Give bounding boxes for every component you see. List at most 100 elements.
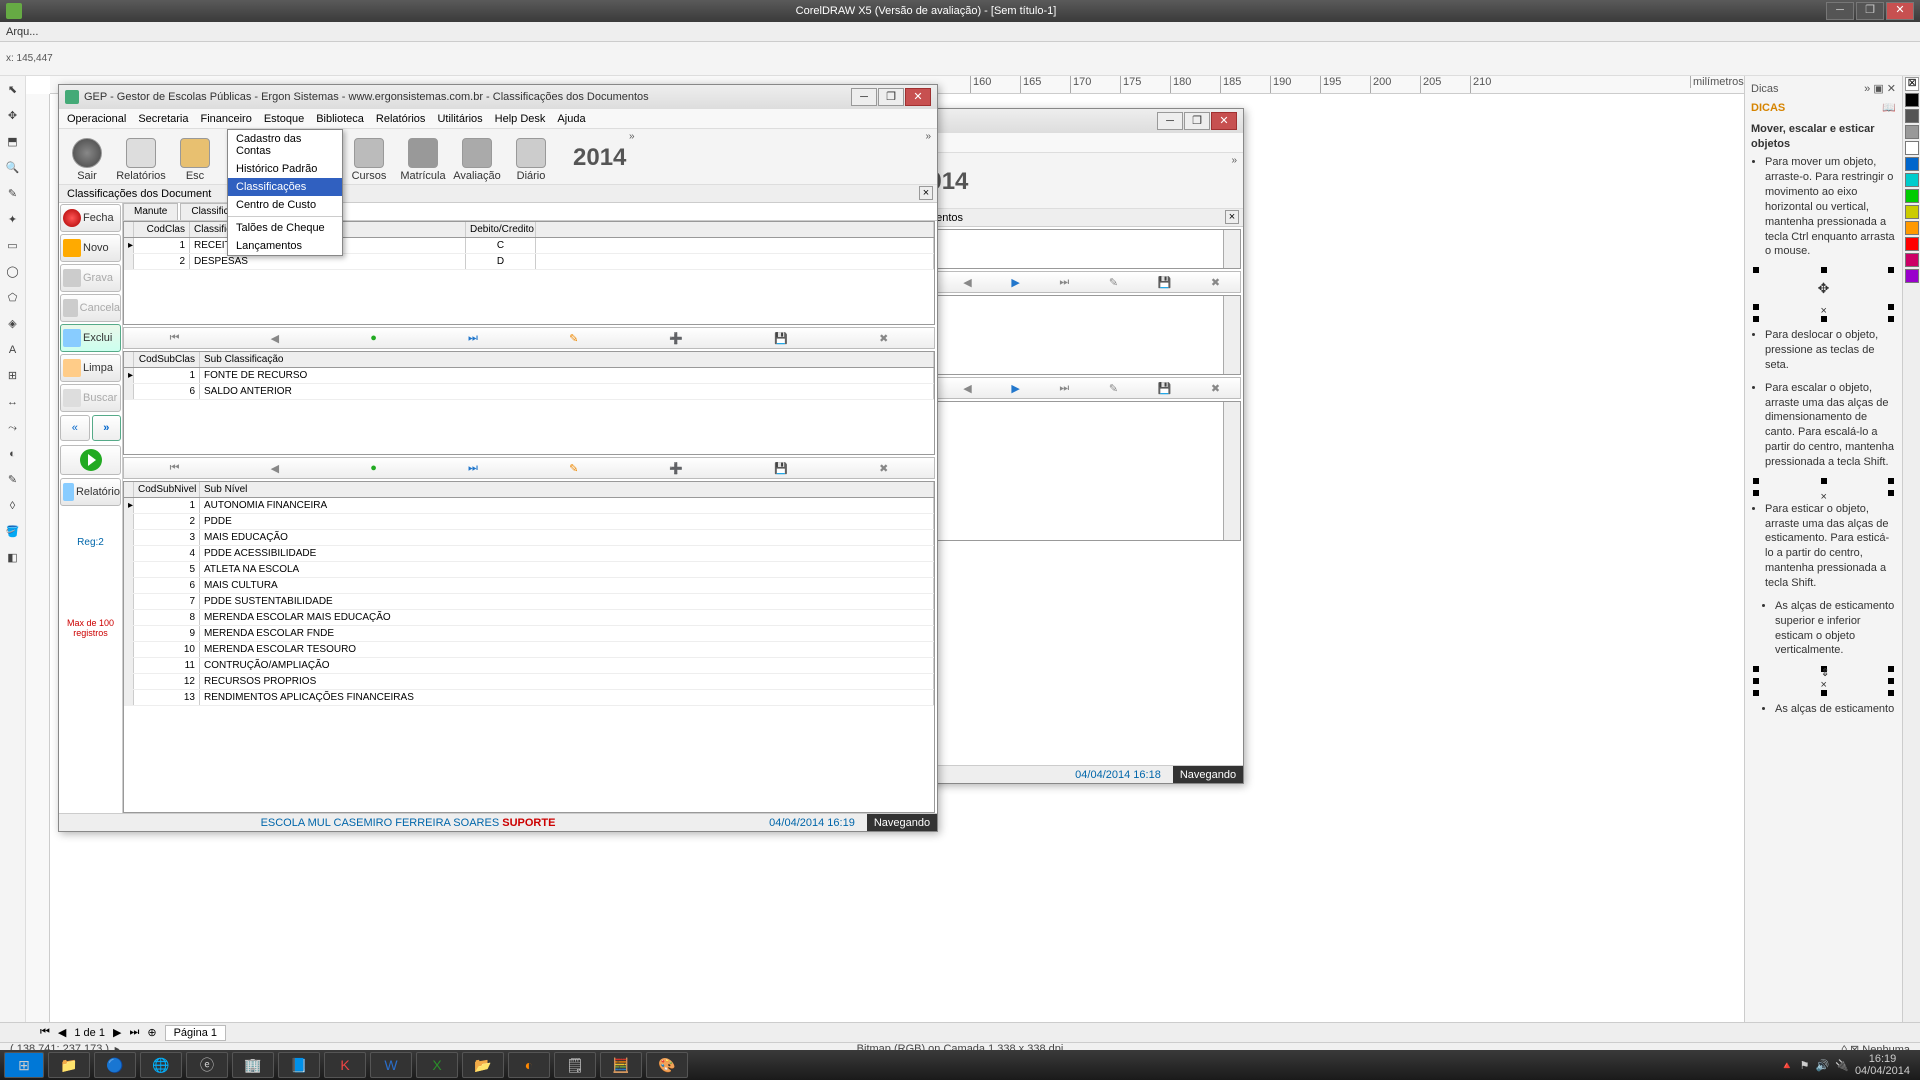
menu-financeiro[interactable]: Financeiro [200,113,251,125]
tb-teamviewer-icon[interactable]: 🔵 [94,1052,136,1078]
smart-tool-icon[interactable]: ✦ [3,210,23,230]
next-page-icon[interactable]: ▶ [113,1026,121,1039]
prev-page-icon[interactable]: ◀ [58,1026,66,1039]
add-page-icon[interactable]: ⊕ [147,1026,156,1039]
grid-subclass[interactable]: CodSubClas Sub Classificação ▸1FONTE DE … [123,351,935,455]
gep-max-button[interactable]: ❐ [878,88,904,106]
tb-cursos[interactable]: Cursos [347,132,391,182]
tb-diario[interactable]: Diário [509,132,553,182]
table-row[interactable]: 7PDDE SUSTENTABILIDADE [124,594,934,610]
tray-icon[interactable]: ⚑ [1800,1059,1810,1072]
zoom-tool-icon[interactable]: 🔍 [3,158,23,178]
tab-manute[interactable]: Manute [123,203,178,220]
tb-app-icon[interactable]: 🏢 [232,1052,274,1078]
eyedropper-tool-icon[interactable]: ✎ [3,470,23,490]
grid1-nav[interactable]: ⏮◀●⏭✎➕💾✖ [123,327,935,349]
gep-window-front[interactable]: GEP - Gestor de Escolas Públicas - Ergon… [58,84,938,832]
btn-grava[interactable]: Grava [60,264,121,292]
maximize-button[interactable]: ❐ [1856,2,1884,20]
interactive-fill-icon[interactable]: ◧ [3,548,23,568]
menu-helpdesk[interactable]: Help Desk [495,113,546,125]
gep-titlebar[interactable]: GEP - Gestor de Escolas Públicas - Ergon… [59,85,937,109]
shape-tool-icon[interactable]: ✥ [3,106,23,126]
gep-close-button[interactable]: ✕ [905,88,931,106]
gep-back-close-button[interactable]: ✕ [1211,112,1237,130]
tray-icon[interactable]: 🔺 [1780,1059,1794,1072]
btn-exclui[interactable]: Exclui [60,324,121,352]
page-navigator[interactable]: ⏮ ◀ 1 de 1 ▶ ⏭ ⊕ Página 1 [0,1023,1920,1043]
close-button[interactable]: ✕ [1886,2,1914,20]
btn-buscar[interactable]: Buscar [60,384,121,412]
tb-avaliacao[interactable]: Avaliação [455,132,499,182]
table-row[interactable]: ▸1FONTE DE RECURSO [124,368,934,384]
btn-cancela[interactable]: Cancela [60,294,121,322]
tb-chrome-icon[interactable]: 🌐 [140,1052,182,1078]
table-tool-icon[interactable]: ⊞ [3,366,23,386]
text-tool-icon[interactable]: A [3,340,23,360]
gep-min-button[interactable]: ─ [851,88,877,106]
connector-tool-icon[interactable]: ⤳ [3,418,23,438]
tb-corel-icon[interactable]: 🎨 [646,1052,688,1078]
left-toolbox[interactable]: ⬉ ✥ ⬒ 🔍 ✎ ✦ ▭ ◯ ⬠ ◈ A ⊞ ↔ ⤳ ◐ ✎ ◊ 🪣 ◧ [0,76,26,1022]
tb-esc[interactable]: Esc [173,132,217,182]
polygon-tool-icon[interactable]: ⬠ [3,288,23,308]
fin-item-historico[interactable]: Histórico Padrão [228,160,342,178]
fin-item-lancamentos[interactable]: Lançamentos [228,237,342,255]
menu-ajuda[interactable]: Ajuda [557,113,585,125]
corel-toolbar[interactable]: x: 145,447 [0,42,1920,76]
tb-ie-icon[interactable]: ⓔ [186,1052,228,1078]
table-row[interactable]: 2DESPESASD [124,254,934,270]
tb-excel-icon[interactable]: X [416,1052,458,1078]
gep-menubar[interactable]: Operacional Secretaria Financeiro Estoqu… [59,109,937,129]
table-row[interactable]: 6MAIS CULTURA [124,578,934,594]
gep-toolbar[interactable]: Sair Relatórios Esc Cursos Matrícula Ava… [59,129,937,185]
menu-operacional[interactable]: Operacional [67,113,126,125]
fin-item-taloes[interactable]: Talões de Cheque [228,219,342,237]
fin-item-classificacoes[interactable]: Classificações [228,178,342,196]
table-row[interactable]: 9MERENDA ESCOLAR FNDE [124,626,934,642]
btn-relatorio[interactable]: Relatório [60,478,121,506]
canvas-area[interactable]: 160165170175180185190195200205210 milíme… [26,76,1744,1022]
tb-matricula[interactable]: Matrícula [401,132,445,182]
menu-biblioteca[interactable]: Biblioteca [316,113,364,125]
page-tab[interactable]: Página 1 [165,1025,226,1041]
table-row[interactable]: 8MERENDA ESCOLAR MAIS EDUCAÇÃO [124,610,934,626]
tb-word-icon[interactable]: W [370,1052,412,1078]
corel-menu-item[interactable]: Arqu... [6,26,38,38]
ellipse-tool-icon[interactable]: ◯ [3,262,23,282]
tb-app3-icon[interactable]: 📂 [462,1052,504,1078]
nav-arrows[interactable]: «» [60,415,121,441]
system-tray[interactable]: 🔺 ⚑ 🔊 🔌 16:19 04/04/2014 [1780,1053,1916,1077]
tray-icon[interactable]: 🔊 [1816,1059,1830,1072]
table-row[interactable]: 6SALDO ANTERIOR [124,384,934,400]
tb-kaspersky-icon[interactable]: K [324,1052,366,1078]
menu-secretaria[interactable]: Secretaria [138,113,188,125]
btn-fecha[interactable]: Fecha [60,204,121,232]
subwin-close-icon[interactable]: × [1225,210,1239,224]
minimize-button[interactable]: ─ [1826,2,1854,20]
table-row[interactable]: 12RECURSOS PROPRIOS [124,674,934,690]
start-button[interactable]: ⊞ [4,1052,44,1078]
table-row[interactable]: 5ATLETA NA ESCOLA [124,562,934,578]
financeiro-dropdown[interactable]: Cadastro das Contas Histórico Padrão Cla… [227,129,343,256]
first-page-icon[interactable]: ⏮ [40,1026,50,1039]
tb-app2-icon[interactable]: 📘 [278,1052,320,1078]
fill-tool-icon[interactable]: 🪣 [3,522,23,542]
pick-tool-icon[interactable]: ⬉ [3,80,23,100]
tb-explorer-icon[interactable]: 📁 [48,1052,90,1078]
fin-item-centro[interactable]: Centro de Custo [228,196,342,214]
tb-app4-icon[interactable]: ◐ [508,1052,550,1078]
btn-play[interactable] [60,445,121,475]
tray-icon[interactable]: 🔌 [1835,1059,1849,1072]
fin-item-cadastro[interactable]: Cadastro das Contas [228,130,342,160]
dimension-tool-icon[interactable]: ↔ [3,392,23,412]
book-icon[interactable]: 📖 [1882,101,1896,116]
tb-calc-icon[interactable]: 🧮 [600,1052,642,1078]
tb-notes-icon[interactable]: 🗒 [554,1052,596,1078]
btn-novo[interactable]: Novo [60,234,121,262]
btn-limpa[interactable]: Limpa [60,354,121,382]
table-row[interactable]: 4PDDE ACESSIBILIDADE [124,546,934,562]
subwin-close-icon[interactable]: × [919,186,933,200]
menu-estoque[interactable]: Estoque [264,113,304,125]
menu-relatorios[interactable]: Relatórios [376,113,426,125]
